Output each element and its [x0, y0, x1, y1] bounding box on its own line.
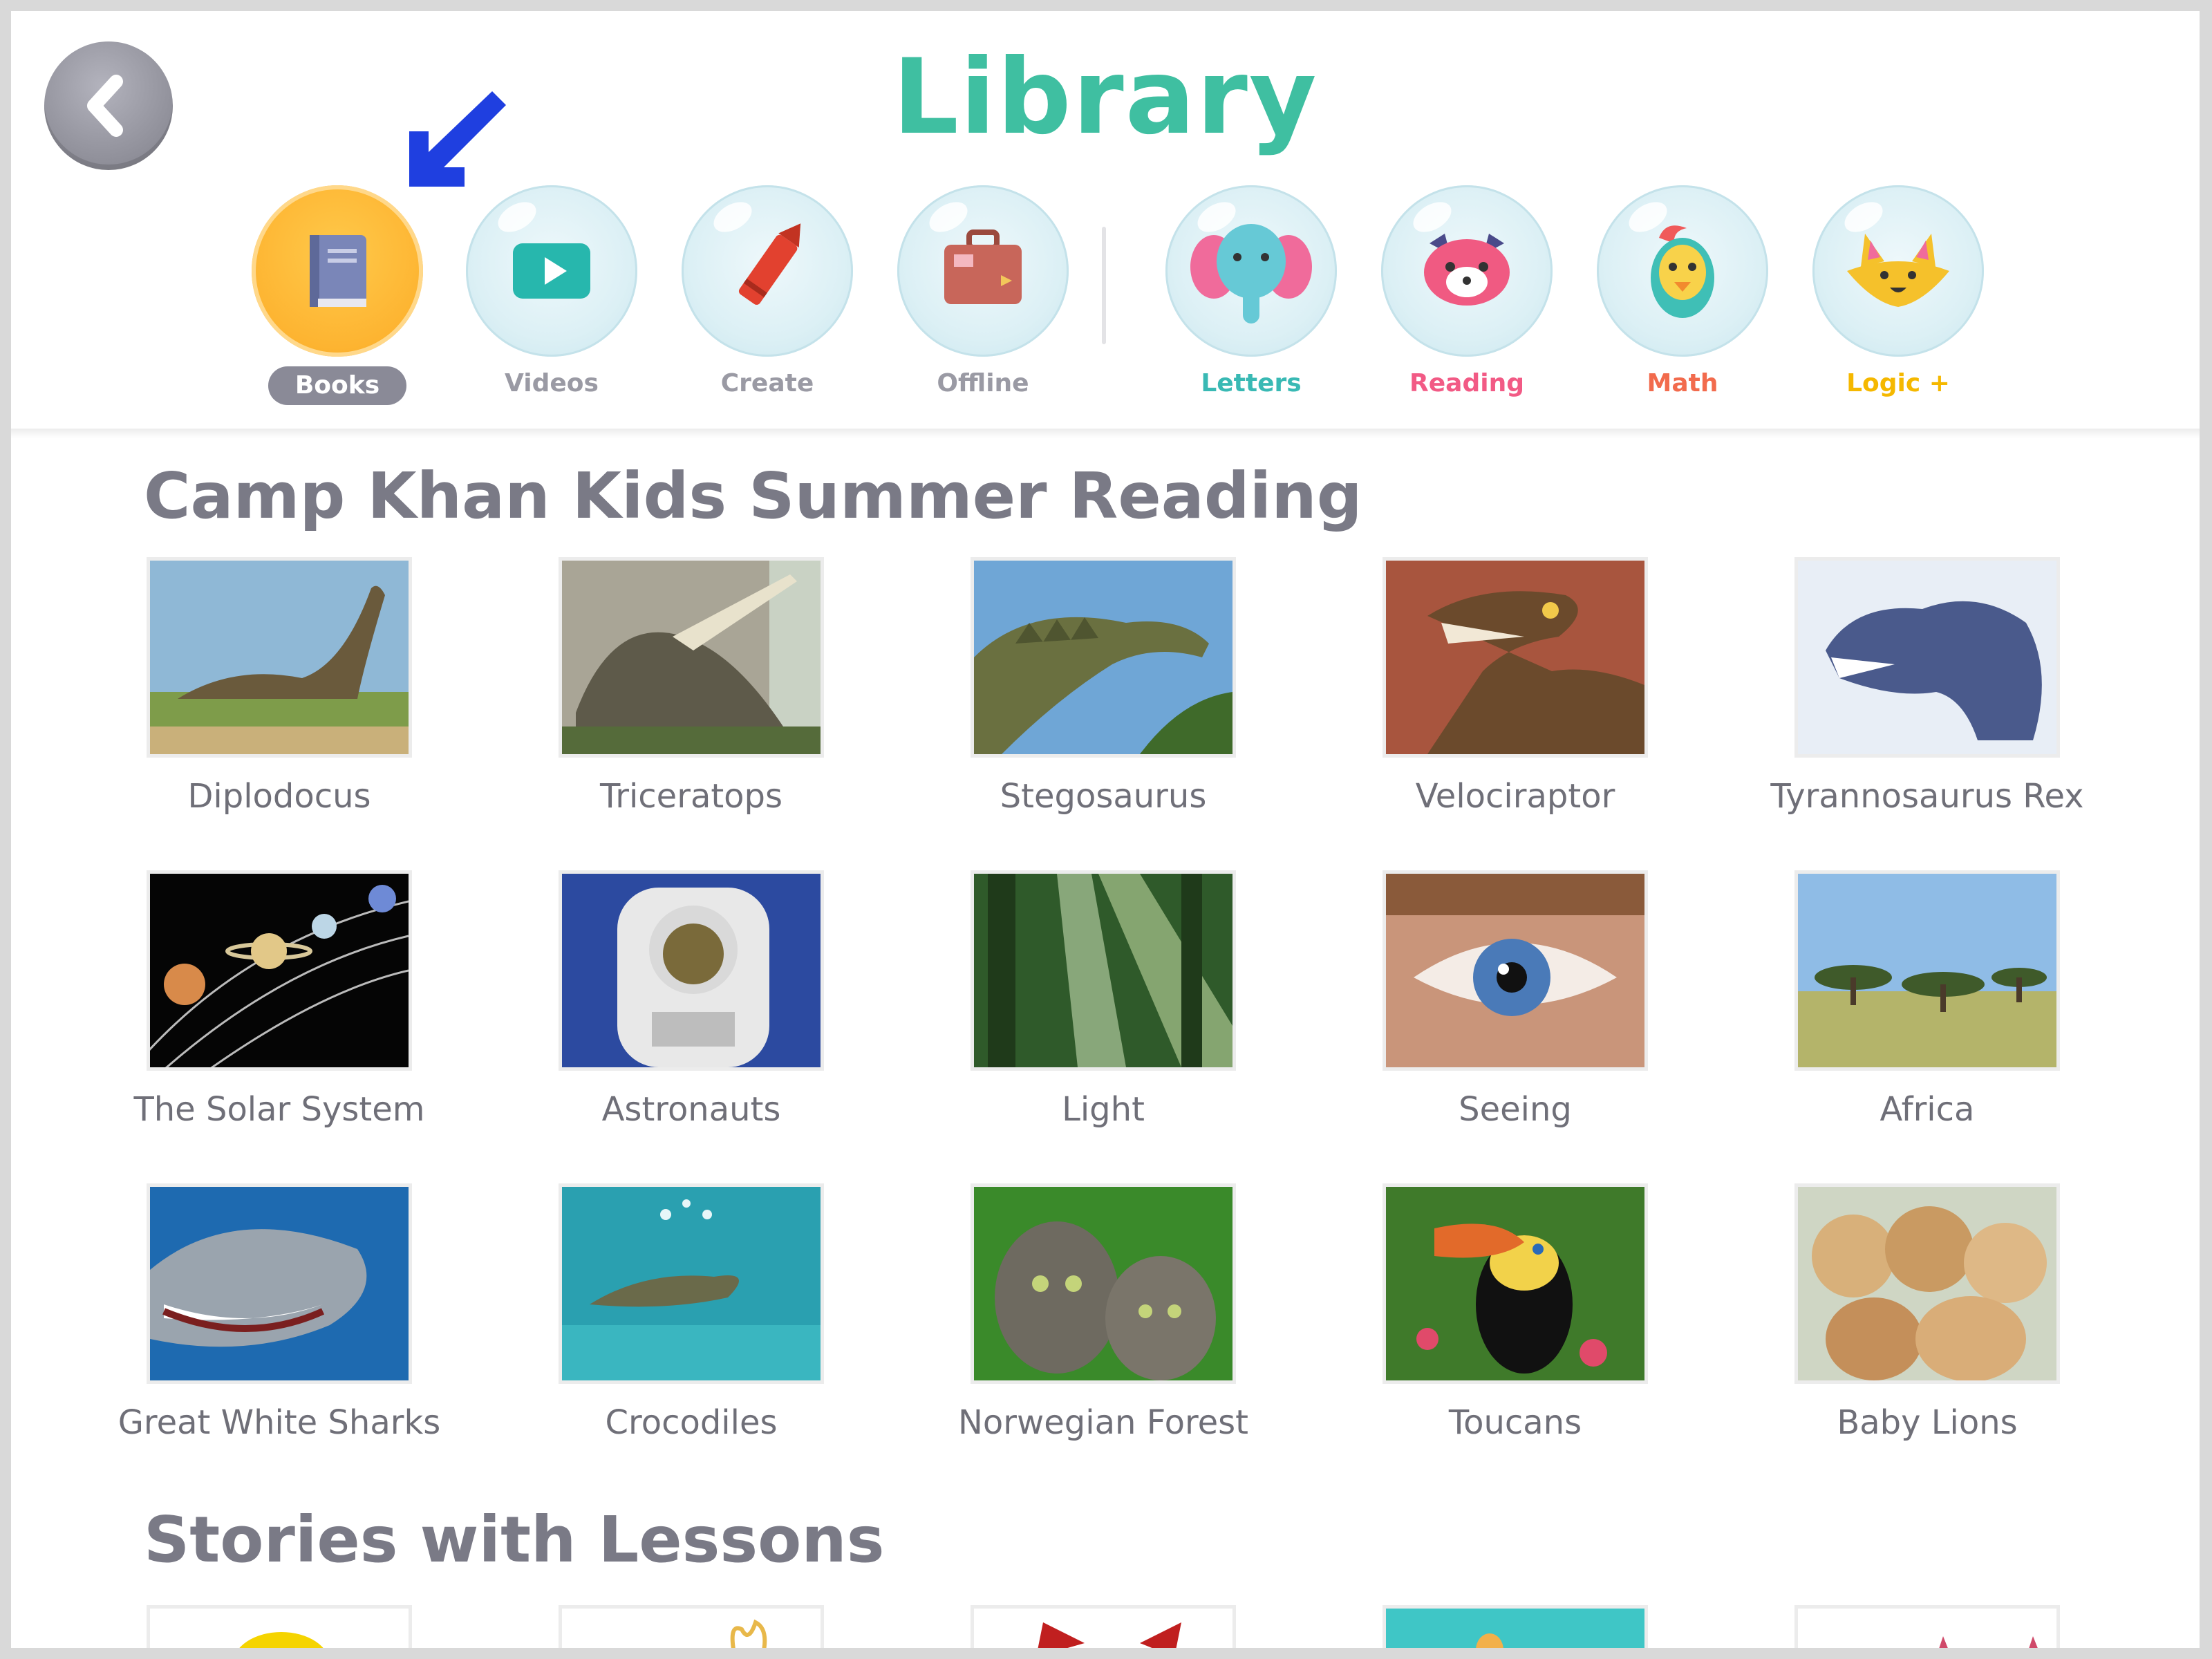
book-title: Baby Lions	[1837, 1403, 2018, 1442]
book-title: Triceratops	[599, 777, 783, 816]
tab-logic[interactable]: Logic +	[1808, 185, 1988, 420]
book-card[interactable]: Velociraptor	[1382, 557, 1648, 847]
red-panda-icon	[1424, 234, 1510, 306]
book-thumbnail	[971, 1183, 1236, 1384]
tab-reading[interactable]: Reading	[1377, 185, 1557, 420]
page-title: Library	[892, 37, 1318, 158]
tab-letters[interactable]: Letters	[1161, 185, 1341, 420]
book-card[interactable]: Tyrannosaurus Rex	[1770, 557, 2084, 847]
crayon-icon	[738, 223, 801, 305]
math-bubble	[1597, 185, 1768, 357]
book-card[interactable]: Triceratops	[559, 557, 824, 847]
book-card[interactable]: Crocodiles	[559, 1183, 824, 1474]
section-title-stories-with-lessons: Stories with Lessons	[144, 1503, 885, 1577]
books-bubble	[252, 185, 423, 357]
suitcase-icon	[944, 229, 1022, 304]
book-thumbnail	[1382, 557, 1648, 758]
book-card[interactable]	[559, 1605, 824, 1648]
tab-create-label: Create	[720, 369, 814, 397]
book-thumbnail	[1794, 1605, 2060, 1648]
book-title: Africa	[1880, 1090, 1975, 1129]
tab-letters-label: Letters	[1201, 369, 1302, 397]
book-card[interactable]	[1794, 1605, 2060, 1648]
book-title: Great White Sharks	[118, 1403, 441, 1442]
tab-books-label: Books	[268, 366, 406, 405]
tab-math-label: Math	[1647, 369, 1718, 397]
book-card[interactable]: Seeing	[1382, 870, 1648, 1161]
book-card[interactable]	[1382, 1605, 1648, 1648]
book-card[interactable]: The Solar System	[133, 870, 425, 1161]
book-card[interactable]: Light	[971, 870, 1236, 1161]
videos-bubble	[466, 185, 637, 357]
book-thumbnail	[147, 1605, 412, 1648]
play-icon	[513, 243, 590, 299]
book-thumbnail	[559, 1183, 824, 1384]
header: Library Books Videos Create Offline Lett…	[11, 11, 2200, 426]
app-frame: Library Books Videos Create Offline Lett…	[11, 11, 2200, 1648]
book-thumbnail	[559, 557, 824, 758]
book-thumbnail	[1794, 870, 2060, 1071]
book-card[interactable]: Stegosaurus	[971, 557, 1236, 847]
book-card[interactable]: Norwegian Forest	[958, 1183, 1248, 1474]
nav-divider	[1102, 227, 1106, 344]
book-card[interactable]: Toucans	[1382, 1183, 1648, 1474]
book-card[interactable]: Great White Sharks	[118, 1183, 440, 1474]
book-title: Light	[1062, 1090, 1145, 1129]
fox-icon	[1847, 234, 1949, 307]
book-thumbnail	[1794, 557, 2060, 758]
letters-bubble	[1165, 185, 1337, 357]
book-title: Diplodocus	[187, 777, 371, 816]
elephant-icon	[1190, 224, 1312, 324]
book-thumbnail	[971, 557, 1236, 758]
book-thumbnail	[971, 870, 1236, 1071]
book-card[interactable]: Diplodocus	[147, 557, 412, 847]
offline-bubble	[897, 185, 1069, 357]
book-thumbnail	[147, 557, 412, 758]
tab-create[interactable]: Create	[677, 185, 857, 420]
pointer-arrow-icon	[409, 91, 506, 187]
tab-books[interactable]: Books	[247, 185, 427, 420]
create-bubble	[682, 185, 853, 357]
book-thumbnail	[559, 1605, 824, 1648]
book-title: Astronauts	[601, 1090, 781, 1129]
book-card[interactable]: Africa	[1794, 870, 2060, 1161]
book-title: Toucans	[1448, 1403, 1582, 1442]
tab-math[interactable]: Math	[1593, 185, 1772, 420]
book-card[interactable]	[147, 1605, 412, 1648]
reading-bubble	[1381, 185, 1553, 357]
book-thumbnail	[559, 870, 824, 1071]
book-thumbnail	[147, 870, 412, 1071]
book-title: Norwegian Forest	[958, 1403, 1248, 1442]
section-title-summer-reading: Camp Khan Kids Summer Reading	[144, 459, 1362, 533]
book-thumbnail	[147, 1183, 412, 1384]
book-thumbnail	[971, 1605, 1236, 1648]
book-card[interactable]: Baby Lions	[1794, 1183, 2060, 1474]
book-title: Tyrannosaurus Rex	[1770, 777, 2084, 816]
book-title: Crocodiles	[605, 1403, 778, 1442]
tab-reading-label: Reading	[1409, 369, 1524, 397]
book-title: Seeing	[1459, 1090, 1572, 1129]
book-thumbnail	[1382, 1605, 1648, 1648]
book-thumbnail	[1382, 870, 1648, 1071]
header-shadow	[11, 429, 2200, 438]
tab-videos-label: Videos	[505, 369, 599, 397]
tab-logic-label: Logic +	[1846, 369, 1950, 397]
book-card[interactable]	[971, 1605, 1236, 1648]
logic-bubble	[1812, 185, 1984, 357]
book-title: The Solar System	[133, 1090, 425, 1129]
tab-offline[interactable]: Offline	[893, 185, 1073, 420]
book-title: Velociraptor	[1415, 777, 1615, 816]
book-title: Stegosaurus	[1000, 777, 1207, 816]
tab-videos[interactable]: Videos	[462, 185, 641, 420]
book-thumbnail	[1382, 1183, 1648, 1384]
tab-offline-label: Offline	[937, 369, 1029, 397]
bird-icon	[1651, 225, 1714, 318]
book-icon	[310, 235, 366, 307]
book-card[interactable]: Astronauts	[559, 870, 824, 1161]
book-thumbnail	[1794, 1183, 2060, 1384]
